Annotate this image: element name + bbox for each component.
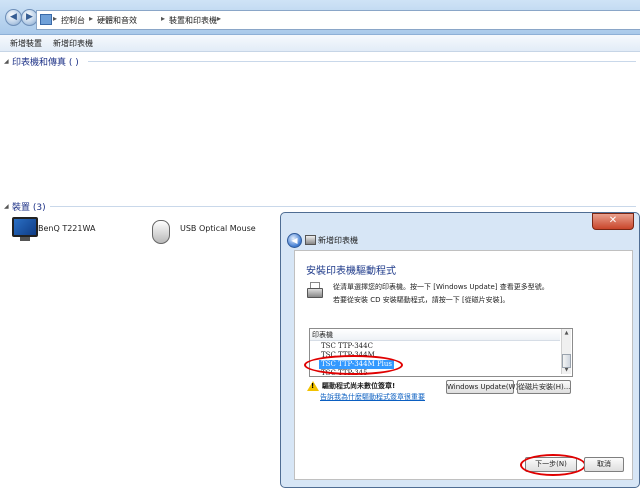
- mouse-icon: [152, 220, 170, 244]
- monitor-stand: [20, 237, 30, 241]
- windows-update-button[interactable]: Windows Update(W): [446, 380, 518, 394]
- warning-text: 驅動程式尚未數位簽章!: [322, 382, 396, 390]
- breadcrumb-item-control-panel[interactable]: 控制台: [61, 15, 85, 26]
- dialog-back-icon[interactable]: ◀: [287, 233, 302, 248]
- breadcrumb-item-hardware-sound[interactable]: 硬體和音效: [97, 15, 137, 26]
- dialog-heading: 安裝印表機驅動程式: [306, 266, 396, 277]
- scroll-thumb[interactable]: [562, 354, 571, 368]
- highlight-ring: [304, 355, 403, 375]
- command-bar: 新增裝置 新增印表機: [0, 35, 640, 52]
- printer-list-header: 印表機: [310, 329, 560, 341]
- device-label: USB Optical Mouse: [180, 224, 256, 233]
- add-printer-button[interactable]: 新增印表機: [53, 38, 93, 49]
- add-device-button[interactable]: 新增裝置: [10, 38, 42, 49]
- address-bar[interactable]: ▸ 控制台 ▸ 硬體和音效 ▸ 裝置和印表機 ▸: [36, 10, 640, 30]
- printer-body: [307, 288, 323, 298]
- control-panel-icon: [40, 14, 52, 25]
- cancel-button[interactable]: 取消: [584, 457, 624, 472]
- breadcrumb-chevron-icon: ▸: [161, 14, 166, 23]
- group-divider: [88, 61, 636, 62]
- printer-icon: [305, 282, 327, 302]
- highlight-ring: [520, 454, 586, 476]
- devices-group-header[interactable]: 裝置 (3): [12, 200, 46, 213]
- instruction-text: 從清單選擇您的印表機。按一下 [Windows Update] 查看更多型號。: [333, 283, 549, 291]
- list-item[interactable]: TSC TTP-344C: [321, 342, 373, 350]
- group-divider: [50, 206, 636, 207]
- printer-icon: [305, 235, 316, 245]
- device-mouse[interactable]: USB Optical Mouse: [150, 214, 270, 244]
- monitor-icon: [12, 217, 38, 237]
- breadcrumb-chevron-icon: ▸: [217, 14, 222, 23]
- warning-exclamation: !: [311, 382, 315, 390]
- instruction-text: 若要從安裝 CD 安裝驅動程式，請按一下 [從磁片安裝]。: [333, 296, 510, 304]
- have-disk-button[interactable]: 從磁片安裝(H)...: [517, 380, 571, 394]
- back-button[interactable]: ◀: [5, 9, 22, 26]
- breadcrumb-chevron-icon: ▸: [89, 14, 94, 23]
- dialog-title: 新增印表機: [318, 236, 358, 245]
- breadcrumb-chevron-icon: ▸: [53, 14, 58, 23]
- signing-info-link[interactable]: 告訴我為什麼驅動程式簽章很重要: [320, 392, 425, 402]
- printers-group-header[interactable]: 印表機和傳真 ( ): [12, 55, 79, 68]
- device-benq[interactable]: BenQ T221WA: [10, 214, 120, 244]
- collapse-triangle-icon[interactable]: ◢: [4, 203, 9, 210]
- close-icon[interactable]: ✕: [592, 213, 634, 230]
- breadcrumb-item-devices-printers[interactable]: 裝置和印表機: [169, 15, 217, 26]
- list-column-header: 印表機: [312, 331, 333, 339]
- device-label: BenQ T221WA: [38, 224, 96, 233]
- scroll-up-icon[interactable]: ▲: [562, 329, 571, 337]
- collapse-triangle-icon[interactable]: ◢: [4, 58, 9, 65]
